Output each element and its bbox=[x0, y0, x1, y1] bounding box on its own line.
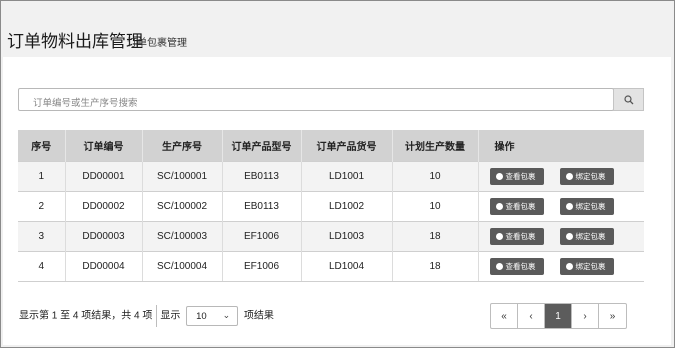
view-package-button[interactable]: 查看包裹 bbox=[489, 257, 544, 275]
view-package-button[interactable]: 查看包裹 bbox=[489, 227, 544, 245]
view-icon bbox=[495, 202, 503, 210]
cell-prod-seq: SC/100003 bbox=[142, 220, 223, 251]
cell-sku: LD1001 bbox=[301, 160, 393, 191]
cell-actions: 查看包裹 绑定包裹 bbox=[478, 190, 644, 221]
cell-no: 3 bbox=[18, 220, 66, 251]
divider bbox=[156, 305, 158, 327]
table-row: 1 DD00001 SC/100001 EB0113 LD1001 10 查看包… bbox=[18, 160, 644, 191]
cell-model: EB0113 bbox=[222, 160, 302, 191]
cell-qty: 10 bbox=[392, 160, 479, 191]
cell-model: EB0113 bbox=[222, 190, 302, 221]
bind-package-label: 绑定包裹 bbox=[575, 231, 606, 241]
view-package-button[interactable]: 查看包裹 bbox=[489, 167, 544, 185]
bind-icon bbox=[565, 262, 573, 270]
cell-sku: LD1002 bbox=[301, 190, 393, 221]
view-icon bbox=[495, 232, 503, 240]
search-input[interactable]: 订单编号或生产序号搜索 bbox=[18, 88, 614, 111]
cell-prod-seq: SC/100004 bbox=[142, 250, 223, 282]
bind-package-button[interactable]: 绑定包裹 bbox=[559, 227, 614, 245]
bind-package-label: 绑定包裹 bbox=[575, 261, 606, 271]
cell-prod-seq: SC/100002 bbox=[142, 190, 223, 221]
search-button[interactable] bbox=[613, 88, 644, 111]
bind-package-button[interactable]: 绑定包裹 bbox=[559, 257, 614, 275]
bind-package-label: 绑定包裹 bbox=[575, 201, 606, 211]
orders-table: 序号 订单编号 生产序号 订单产品型号 订单产品货号 计划生产数量 操作 1 D… bbox=[18, 130, 644, 282]
cell-qty: 18 bbox=[392, 220, 479, 251]
bind-package-button[interactable]: 绑定包裹 bbox=[559, 197, 614, 215]
cell-actions: 查看包裹 绑定包裹 bbox=[478, 160, 644, 191]
col-header-no: 序号 bbox=[18, 130, 66, 161]
table-footer: 显示第 1 至 4 项结果，共 4 项显示 10 ⌄ 项结果 bbox=[19, 305, 274, 327]
first-page-button[interactable]: « bbox=[491, 304, 518, 328]
page-size-select[interactable]: 10 ⌄ bbox=[186, 306, 239, 326]
view-package-button[interactable]: 查看包裹 bbox=[489, 197, 544, 215]
view-icon bbox=[495, 172, 503, 180]
cell-actions: 查看包裹 绑定包裹 bbox=[478, 250, 644, 282]
bind-package-label: 绑定包裹 bbox=[575, 171, 606, 181]
table-header-row: 序号 订单编号 生产序号 订单产品型号 订单产品货号 计划生产数量 操作 bbox=[18, 130, 644, 161]
cell-sku: LD1004 bbox=[301, 250, 393, 282]
search-icon bbox=[623, 94, 633, 104]
results-label: 项结果 bbox=[243, 310, 274, 322]
prev-page-button[interactable]: ‹ bbox=[518, 304, 545, 328]
page-size-value: 10 bbox=[196, 311, 207, 322]
cell-order-no: DD00004 bbox=[65, 250, 143, 282]
result-summary: 显示第 1 至 4 项结果，共 4 项 bbox=[19, 310, 153, 322]
cell-sku: LD1003 bbox=[301, 220, 393, 251]
cell-order-no: DD00002 bbox=[65, 190, 143, 221]
view-package-label: 查看包裹 bbox=[505, 261, 536, 271]
cell-actions: 查看包裹 绑定包裹 bbox=[478, 220, 644, 251]
view-package-label: 查看包裹 bbox=[505, 231, 536, 241]
cell-no: 1 bbox=[18, 160, 66, 191]
chevron-down-icon: ⌄ bbox=[222, 310, 231, 320]
cell-model: EF1006 bbox=[222, 250, 302, 282]
table-row: 4 DD00004 SC/100004 EF1006 LD1004 18 查看包… bbox=[18, 250, 644, 282]
cell-prod-seq: SC/100001 bbox=[142, 160, 223, 191]
show-label: 显示 bbox=[160, 310, 181, 322]
bind-package-button[interactable]: 绑定包裹 bbox=[559, 167, 614, 185]
col-header-prod-seq: 生产序号 bbox=[142, 130, 223, 161]
page-subtitle: 订单包裹管理 bbox=[127, 38, 187, 49]
view-icon bbox=[495, 262, 503, 270]
col-header-model: 订单产品型号 bbox=[222, 130, 302, 161]
bind-icon bbox=[565, 172, 573, 180]
cell-qty: 18 bbox=[392, 250, 479, 282]
page-title: 订单物料出库管理 bbox=[7, 32, 143, 51]
cell-order-no: DD00001 bbox=[65, 160, 143, 191]
col-header-qty: 计划生产数量 bbox=[392, 130, 479, 161]
cell-model: EF1006 bbox=[222, 220, 302, 251]
col-header-order-no: 订单编号 bbox=[65, 130, 143, 161]
cell-no: 2 bbox=[18, 190, 66, 221]
page-header: 订单物料出库管理 订单包裹管理 bbox=[1, 1, 672, 57]
col-header-sku: 订单产品货号 bbox=[301, 130, 393, 161]
view-package-label: 查看包裹 bbox=[505, 171, 536, 181]
cell-order-no: DD00003 bbox=[65, 220, 143, 251]
pagination: « ‹ 1 › » bbox=[490, 303, 627, 329]
view-package-label: 查看包裹 bbox=[505, 201, 536, 211]
cell-no: 4 bbox=[18, 250, 66, 282]
col-header-actions: 操作 bbox=[478, 130, 644, 161]
page-button-current[interactable]: 1 bbox=[545, 304, 572, 328]
table-row: 2 DD00002 SC/100002 EB0113 LD1002 10 查看包… bbox=[18, 190, 644, 221]
table-row: 3 DD00003 SC/100003 EF1006 LD1003 18 查看包… bbox=[18, 220, 644, 251]
bind-icon bbox=[565, 232, 573, 240]
bind-icon bbox=[565, 202, 573, 210]
next-page-button[interactable]: › bbox=[572, 304, 599, 328]
cell-qty: 10 bbox=[392, 190, 479, 221]
last-page-button[interactable]: » bbox=[599, 304, 626, 328]
